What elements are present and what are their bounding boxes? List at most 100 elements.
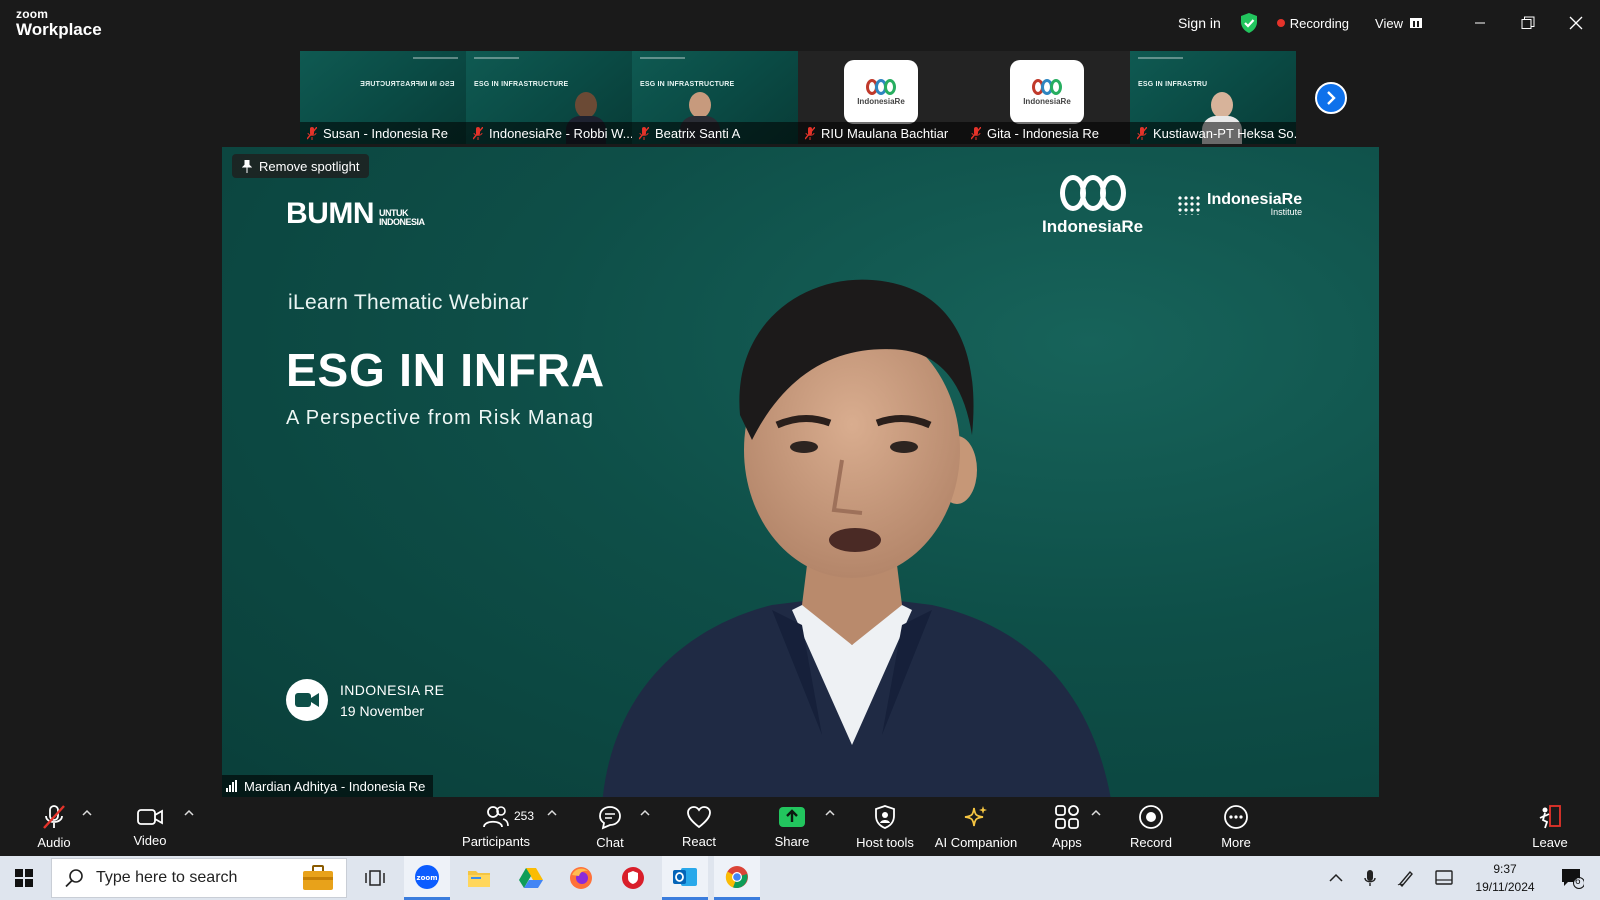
gallery-view-icon [1410, 18, 1422, 28]
host-tools-button[interactable]: Host tools [850, 797, 920, 856]
chevron-up-icon [1329, 873, 1343, 882]
restore-button[interactable] [1504, 0, 1552, 46]
slide-subtitle: iLearn Thematic Webinar [288, 291, 529, 314]
muted-mic-icon [1137, 126, 1147, 140]
leave-door-icon [1539, 804, 1561, 828]
participants-button[interactable]: Participants [458, 797, 534, 856]
encryption-shield-icon[interactable] [1239, 12, 1259, 34]
chat-label: Chat [596, 834, 624, 850]
taskbar-clock[interactable]: 9:37 19/11/2024 [1465, 860, 1545, 896]
start-button[interactable] [0, 856, 48, 900]
chat-button[interactable]: Chat [590, 797, 630, 856]
share-button[interactable]: Share [772, 797, 812, 856]
participant-name: Beatrix Santi A [655, 125, 741, 141]
ai-companion-button[interactable]: AI Companion [932, 797, 1020, 856]
clock-date: 19/11/2024 [1475, 880, 1535, 894]
participants-count: 253 [514, 809, 535, 823]
show-hidden-icons-button[interactable] [1322, 856, 1350, 900]
chevron-right-icon [1327, 91, 1336, 105]
antivirus-shield-icon [622, 867, 644, 889]
chat-options-chevron-up-icon[interactable] [639, 807, 651, 819]
more-label: More [1221, 834, 1251, 850]
taskbar-outlook[interactable] [662, 856, 708, 900]
react-button[interactable]: React [679, 797, 719, 856]
record-icon [1139, 804, 1163, 829]
taskbar-firefox[interactable] [558, 856, 604, 900]
recording-dot-icon [1276, 19, 1285, 27]
windows-taskbar: Type here to search zoom 9:37 19/11/2024 [0, 856, 1600, 900]
participants-label: Participants [462, 833, 530, 849]
svg-text:zoom: zoom [417, 874, 438, 882]
video-options-chevron-up-icon[interactable] [183, 807, 195, 819]
participant-tile[interactable]: ESG IN INFRASTRU Kustiawan-PT Heksa So..… [1130, 51, 1296, 144]
participant-name: IndonesiaRe - Robbi W... [489, 125, 632, 141]
taskbar-file-explorer[interactable] [456, 856, 502, 900]
sign-in-link[interactable]: Sign in [1178, 15, 1221, 31]
remove-spotlight-button[interactable]: Remove spotlight [232, 154, 370, 178]
briefcase-icon[interactable] [302, 865, 334, 891]
logo-bottom-text: Workplace [16, 20, 102, 39]
audio-options-chevron-up-icon[interactable] [81, 807, 93, 819]
indonesia-re-institute-logo: IndonesiaRe Institute [1177, 192, 1302, 217]
notification-center-button[interactable]: 6 [1552, 856, 1592, 900]
share-options-chevron-up-icon[interactable] [824, 807, 836, 819]
audio-button[interactable]: Audio [34, 797, 74, 856]
more-button[interactable]: More [1216, 797, 1256, 856]
record-button[interactable]: Record [1129, 797, 1173, 856]
participant-tile[interactable]: IndonesiaRe RIU Maulana Bachtiar [798, 51, 964, 144]
thumbnail-slide-title: ESG IN INFRASTRUCTURE [360, 81, 455, 88]
apps-label: Apps [1052, 834, 1082, 850]
leave-button[interactable]: Leave [1530, 797, 1570, 856]
task-view-button[interactable] [352, 856, 398, 900]
video-button[interactable]: Video [130, 797, 170, 856]
muted-mic-icon [307, 126, 317, 140]
taskbar-google-drive[interactable] [508, 856, 554, 900]
touch-keyboard-button[interactable] [1430, 856, 1458, 900]
minimize-button[interactable] [1456, 0, 1504, 46]
signal-strength-icon [226, 779, 238, 792]
taskbar-security-app[interactable] [610, 856, 656, 900]
apps-grid-icon [1055, 804, 1079, 829]
pin-icon [242, 159, 252, 173]
indonesia-re-logo-text: IndonesiaRe [1042, 217, 1144, 236]
participant-tile[interactable]: ESG IN INFRASTRUCTURE Susan - Indonesia … [300, 51, 466, 144]
event-organizer: INDONESIA RE [340, 681, 445, 698]
pen-tray-button[interactable] [1392, 856, 1420, 900]
participants-options-chevron-up-icon[interactable] [546, 807, 558, 819]
view-button[interactable]: View [1375, 16, 1422, 31]
bumn-sub-2: INDONESIA [379, 217, 425, 227]
muted-mic-icon [639, 126, 649, 140]
muted-mic-icon [473, 126, 483, 140]
recording-indicator[interactable]: Recording [1276, 15, 1350, 31]
participant-tile[interactable]: ESG IN INFRASTRUCTURE Beatrix Santi A [632, 51, 798, 144]
outlook-icon [673, 867, 697, 886]
search-placeholder: Type here to search [96, 869, 238, 886]
slide-tagline-left: A Perspective from Risk Manag [286, 407, 594, 429]
participant-tile[interactable]: IndonesiaRe Gita - Indonesia Re [964, 51, 1130, 144]
microphone-tray-button[interactable] [1356, 856, 1384, 900]
pen-icon [1397, 870, 1413, 887]
apps-button[interactable]: Apps [1047, 797, 1087, 856]
muted-mic-icon [805, 126, 815, 140]
ai-companion-label: AI Companion [934, 834, 1018, 850]
thumbnail-slide-title: ESG IN INFRASTRUCTURE [640, 81, 735, 88]
apps-options-chevron-up-icon[interactable] [1090, 807, 1102, 819]
taskbar-zoom-app[interactable]: zoom [404, 856, 450, 900]
share-screen-icon [779, 806, 805, 827]
search-icon [65, 869, 83, 888]
next-page-button[interactable] [1315, 82, 1347, 114]
taskbar-search-box[interactable]: Type here to search [51, 858, 347, 898]
muted-microphone-icon [43, 804, 65, 829]
taskbar-chrome[interactable] [714, 856, 760, 900]
slide-title-left: ESG IN INFRA [286, 344, 605, 396]
close-window-button[interactable] [1552, 0, 1600, 46]
avatar-brand-text: IndonesiaRe [1023, 96, 1071, 106]
participant-avatar: IndonesiaRe [844, 60, 918, 124]
remove-spotlight-label: Remove spotlight [259, 158, 360, 174]
recording-label: Recording [1289, 15, 1350, 31]
clock-time: 9:37 [1493, 862, 1517, 876]
participant-tile[interactable]: ESG IN INFRASTRUCTURE IndonesiaRe - Robb… [466, 51, 632, 144]
minimize-icon [1475, 22, 1485, 24]
participant-thumbnail-strip: ESG IN INFRASTRUCTURE Susan - Indonesia … [300, 51, 1300, 144]
indonesia-re-logo: IndonesiaRe [1042, 175, 1143, 237]
